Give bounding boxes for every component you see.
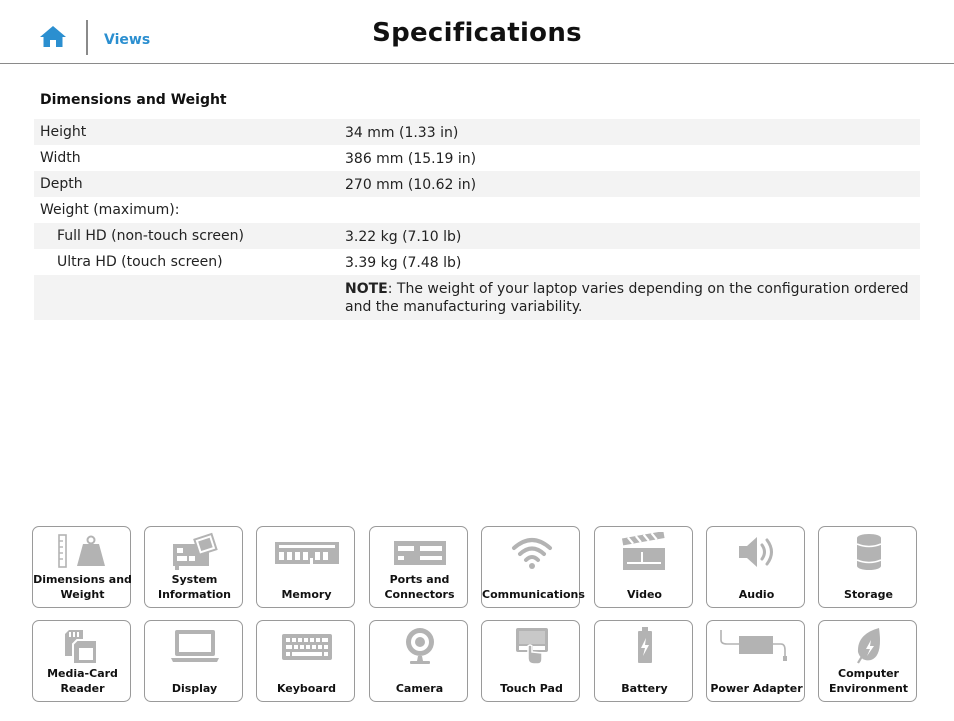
spec-label: Depth [40,176,83,192]
spec-value: 34 mm (1.33 in) [345,125,459,141]
spec-value: 270 mm (10.62 in) [345,177,477,193]
tile-label: Display [171,682,218,695]
tile-memory[interactable]: Memory [256,526,355,608]
spec-value: 386 mm (15.19 in) [345,151,477,167]
spec-table: Height 34 mm (1.33 in) Width 386 mm (15.… [34,119,920,320]
spec-label: Ultra HD (touch screen) [57,254,223,270]
tile-label: System [171,573,218,586]
tile-label: Storage [844,588,893,601]
header: Views Specifications [0,0,954,64]
tile-system-information[interactable]: System Information [144,526,243,608]
tile-storage[interactable]: Storage [818,526,917,608]
video-clapperboard-icon [621,532,665,570]
tile-label: Memory [281,588,332,601]
spec-row: Width 386 mm (15.19 in) [34,145,920,171]
tile-camera[interactable]: Camera [369,620,468,702]
tile-label: Reader [60,682,105,695]
tile-touch-pad[interactable]: Touch Pad [481,620,580,702]
tile-power-adapter[interactable]: Power Adapter [706,620,805,702]
tile-label: Touch Pad [500,682,563,695]
tile-display[interactable]: Display [144,620,243,702]
keyboard-icon [281,634,332,660]
tile-label: Computer [838,667,899,680]
note-text: NOTE: The weight of your laptop varies d… [345,280,913,316]
tile-label: Video [627,588,662,601]
system-information-icon [172,532,218,570]
environment-leaf-icon [856,628,880,664]
storage-drive-icon [856,534,881,570]
touch-pad-icon [515,628,548,665]
tile-ports-connectors[interactable]: Ports and Connectors [369,526,468,608]
tile-keyboard[interactable]: Keyboard [256,620,355,702]
section-title: Dimensions and Weight [40,92,227,108]
spec-row: Depth 270 mm (10.62 in) [34,171,920,197]
ports-connectors-icon [393,541,446,565]
tile-label: Connectors [384,588,455,601]
power-adapter-icon [719,630,787,661]
tile-audio[interactable]: Audio [706,526,805,608]
tile-label: Power Adapter [710,682,803,695]
battery-icon [637,627,652,663]
tile-label: Communications [482,588,585,601]
tile-computer-environment[interactable]: Computer Environment [818,620,917,702]
note-body: : The weight of your laptop varies depen… [345,281,909,315]
spec-label: Width [40,150,81,166]
display-laptop-icon [170,630,219,662]
spec-row: Full HD (non-touch screen) 3.22 kg (7.10… [34,223,920,249]
tile-label: Weight [60,588,105,601]
tile-communications[interactable]: Communications [481,526,585,608]
tile-label: Audio [738,588,775,601]
tile-dimensions-weight[interactable]: Dimensions and Weight [32,526,132,608]
tile-video[interactable]: Video [594,526,693,608]
memory-icon [274,542,339,564]
tile-label: Dimensions and [33,573,132,586]
spec-label: Full HD (non-touch screen) [57,228,244,244]
tile-label: Ports and [389,573,450,586]
note-row: NOTE: The weight of your laptop varies d… [34,275,920,320]
spec-row: Weight (maximum): [34,197,920,223]
dimensions-weight-icon [57,534,105,568]
spec-row: Ultra HD (touch screen) 3.39 kg (7.48 lb… [34,249,920,275]
tile-label: Environment [828,682,909,695]
tile-battery[interactable]: Battery [594,620,693,702]
tile-label: Battery [621,682,668,695]
tile-label: Keyboard [276,682,337,695]
tile-media-card-reader[interactable]: Media-Card Reader [32,620,131,702]
spec-value: 3.22 kg (7.10 lb) [345,229,462,245]
spec-value: 3.39 kg (7.48 lb) [345,255,462,271]
spec-label: Weight (maximum): [40,202,180,218]
page-title: Specifications [372,18,582,48]
camera-icon [405,628,434,664]
note-prefix: NOTE [345,281,388,297]
tile-label: Information [158,588,231,601]
wifi-icon [511,538,552,569]
media-card-icon [64,630,98,665]
tile-label: Camera [395,682,444,695]
speaker-icon [738,537,773,567]
spec-label: Height [40,124,87,140]
spec-row: Height 34 mm (1.33 in) [34,119,920,145]
tile-label: Media-Card [47,667,118,680]
